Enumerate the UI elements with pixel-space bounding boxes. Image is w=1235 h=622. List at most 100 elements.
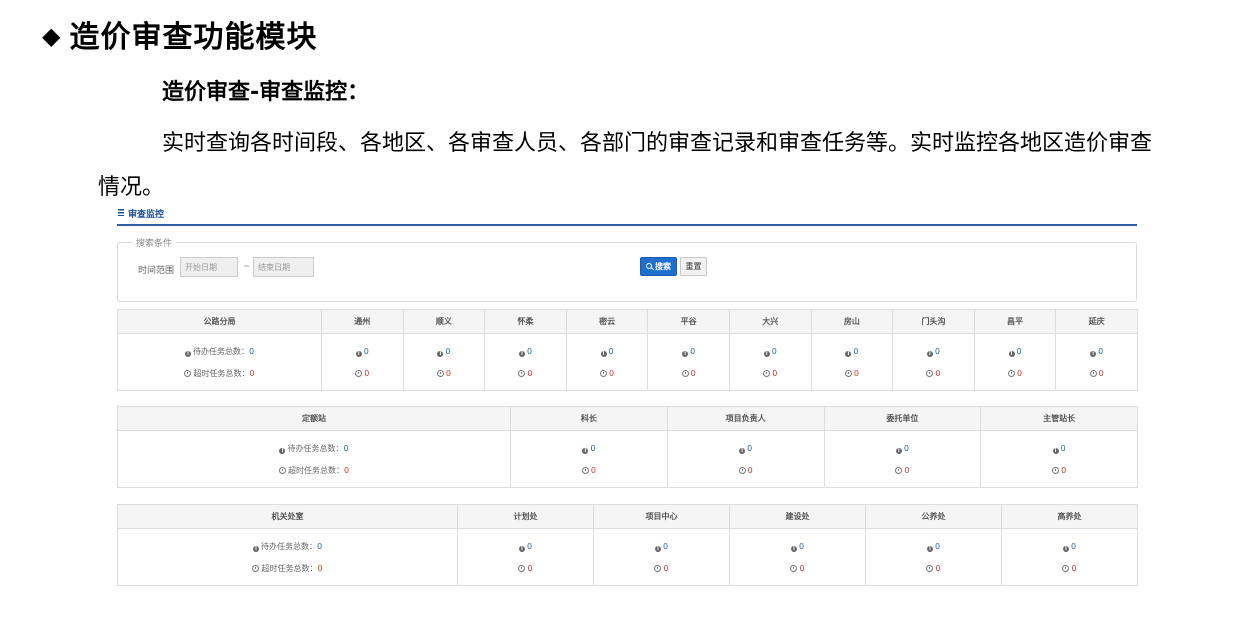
pending-count[interactable]: 0 (1071, 542, 1076, 551)
overdue-count[interactable]: 0 (1099, 369, 1104, 378)
stat-cell: i 待办任务总数：0 超时任务总数：0 (117, 333, 322, 391)
pending-count[interactable]: 0 (1061, 444, 1066, 453)
pending-count[interactable]: 0 (364, 347, 369, 356)
overdue-line: 0 (975, 363, 1056, 385)
column-header: 房山 (810, 309, 894, 334)
column-header: 公养处 (865, 504, 1002, 529)
stat-cell: i00 (647, 333, 730, 391)
info-icon: i (739, 448, 746, 454)
overdue-count[interactable]: 0 (663, 564, 668, 573)
end-date-input[interactable] (253, 257, 314, 277)
clock-icon (681, 370, 689, 377)
slide-title-text: 造价审查功能模块 (69, 20, 318, 55)
info-icon: i (845, 351, 852, 357)
info-icon: i (355, 351, 362, 357)
info-icon: i (682, 351, 689, 357)
pending-count[interactable]: 0 (590, 444, 595, 453)
pending-count[interactable]: 0 (1017, 347, 1022, 356)
stats-table-quota-station: 定额站 科长 项目负责人 委托单位 主管站长 i 待办任务总数：0 超时任务总数：0 i 0 0 i 0… (117, 406, 1138, 488)
overdue-count[interactable]: 0 (527, 369, 532, 378)
overdue-count[interactable]: 0 (527, 564, 532, 573)
pending-label: 待办任务总数： (287, 444, 344, 453)
overdue-count[interactable]: 0 (935, 369, 940, 378)
pending-line: i0 (866, 536, 1001, 558)
overdue-count[interactable]: 0 (609, 369, 614, 378)
app-header: 审查监控 (117, 204, 1137, 226)
overdue-line: 0 (511, 460, 667, 482)
overdue-count[interactable]: 0 (1017, 369, 1022, 378)
clock-icon (252, 565, 260, 572)
pending-line: i0 (458, 536, 593, 558)
overdue-count[interactable]: 0 (1061, 466, 1066, 475)
pending-count[interactable]: 0 (935, 542, 940, 551)
overdue-count[interactable]: 0 (364, 369, 369, 378)
pending-count[interactable]: 0 (445, 347, 450, 356)
search-button[interactable]: 搜索 (640, 257, 677, 276)
pending-line: i0 (485, 341, 566, 363)
stat-cell: i00 (823, 430, 982, 488)
pending-label: 待办任务总数： (260, 542, 317, 551)
stat-cell: i00 (729, 528, 866, 586)
pending-count[interactable]: 0 (317, 542, 322, 551)
pending-line: i0 (594, 536, 729, 558)
stat-cell: i00 (666, 430, 825, 488)
clock-icon (895, 467, 903, 474)
overdue-count[interactable]: 0 (748, 466, 753, 475)
clock-icon (654, 565, 662, 572)
clock-icon (763, 370, 771, 377)
overdue-line: 0 (825, 460, 981, 482)
date-separator: ~ (243, 262, 251, 272)
table-header-row: 机关处室 计划处 项目中心 建设处 公养处 高养处 (117, 504, 1138, 529)
pending-line: i0 (975, 341, 1056, 363)
pending-count[interactable]: 0 (609, 347, 614, 356)
info-icon: i (518, 351, 525, 357)
overdue-count[interactable]: 0 (904, 466, 909, 475)
overdue-count[interactable]: 0 (935, 564, 940, 573)
clock-icon (926, 370, 934, 377)
stat-cell: i00 (565, 333, 649, 391)
overdue-line: 0 (594, 558, 729, 580)
pending-count[interactable]: 0 (663, 542, 668, 551)
clock-icon (600, 370, 608, 377)
reset-button[interactable]: 重置 (680, 257, 707, 276)
pending-count[interactable]: 0 (343, 444, 348, 453)
stats-table-districts: 公路分局 通州 顺义 怀柔 密云 平谷 大兴 房山 门头沟 昌平 延庆 i 待办任务总数：0 超时任务总数… (117, 309, 1138, 391)
pending-count[interactable]: 0 (249, 347, 254, 356)
info-icon: i (790, 546, 797, 552)
column-header: 定额站 (117, 406, 511, 431)
start-date-input[interactable] (180, 257, 238, 277)
column-header: 平谷 (647, 309, 730, 334)
pending-count[interactable]: 0 (747, 444, 752, 453)
overdue-count[interactable]: 0 (591, 466, 596, 475)
stat-cell: i00 (484, 333, 567, 391)
pending-count[interactable]: 0 (799, 542, 804, 551)
overdue-count[interactable]: 0 (249, 369, 254, 378)
pending-count[interactable]: 0 (935, 347, 940, 356)
overdue-count[interactable]: 0 (854, 369, 859, 378)
overdue-count[interactable]: 0 (446, 369, 451, 378)
pending-count[interactable]: 0 (527, 542, 532, 551)
table-row: i 待办任务总数：0 超时任务总数：0 i 0 0 i 0 0 i 0 0 i 0 0 i 0 0 i 0 0 i 0 0 i 0… (117, 333, 1138, 391)
pending-count[interactable]: 0 (690, 347, 695, 356)
pending-line: i0 (812, 341, 893, 363)
pending-count[interactable]: 0 (853, 347, 858, 356)
overdue-count[interactable]: 0 (772, 369, 777, 378)
info-icon: i (654, 546, 661, 552)
overdue-count[interactable]: 0 (317, 564, 322, 573)
pending-count[interactable]: 0 (904, 444, 909, 453)
overdue-count[interactable]: 0 (344, 466, 349, 475)
overdue-count[interactable]: 0 (691, 369, 696, 378)
overdue-count[interactable]: 0 (799, 564, 804, 573)
overdue-count[interactable]: 0 (1071, 564, 1076, 573)
column-header: 机关处室 (117, 504, 458, 529)
pending-count[interactable]: 0 (772, 347, 777, 356)
slide-title: ◆ 造价审查功能模块 (42, 12, 317, 56)
info-icon: i (1052, 448, 1059, 454)
pending-line: i0 (1056, 341, 1137, 363)
pending-count[interactable]: 0 (527, 347, 532, 356)
table-header-row: 定额站 科长 项目负责人 委托单位 主管站长 (117, 406, 1138, 431)
stat-cell: i00 (973, 333, 1057, 391)
pending-count[interactable]: 0 (1098, 347, 1103, 356)
clock-icon (184, 370, 192, 377)
stat-cell: i00 (510, 430, 668, 488)
